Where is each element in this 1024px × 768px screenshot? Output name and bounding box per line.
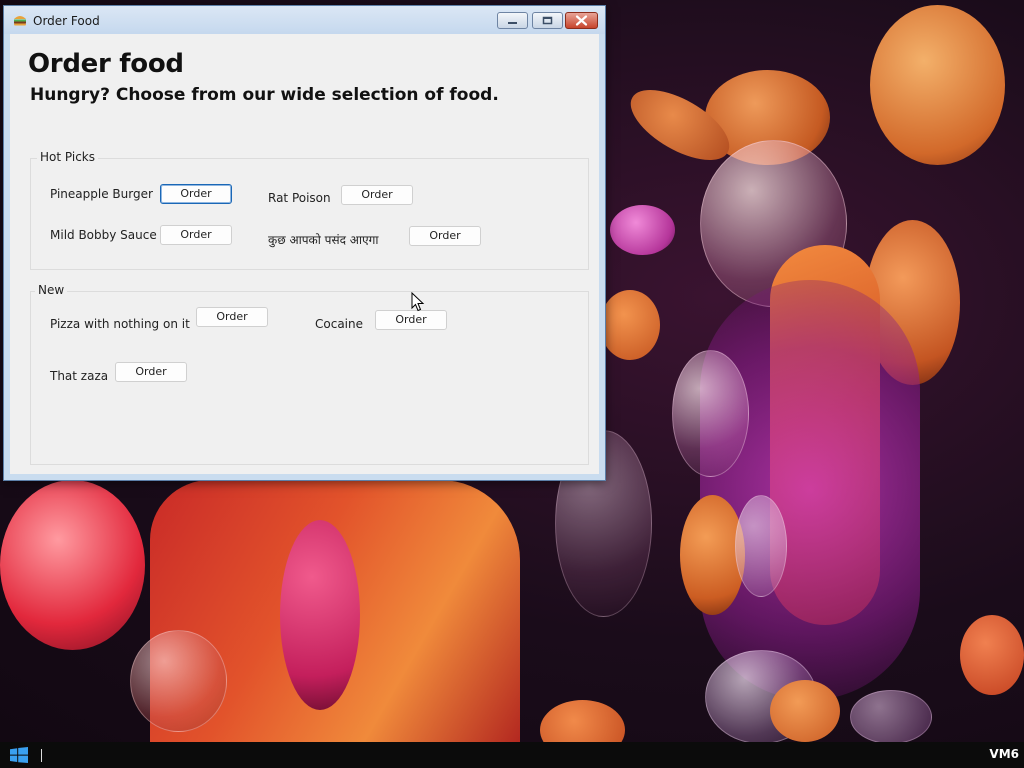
item-label-rat-poison: Rat Poison [268,191,331,205]
item-label-mild-bobby-sauce: Mild Bobby Sauce [50,228,157,242]
maximize-icon [542,16,553,25]
item-label-cocaine: Cocaine [315,317,363,331]
close-icon [575,15,588,26]
wallpaper-blob [735,495,787,597]
order-food-window: Order Food Order food Hungry? Choose fro… [3,5,606,481]
wallpaper-blob [960,615,1024,695]
item-label-that-zaza: That zaza [50,369,109,383]
mouse-pointer-icon [411,292,425,312]
order-button-cocaine[interactable]: Order [375,310,447,330]
order-button-pineapple-burger[interactable]: Order [160,184,232,204]
wallpaper-blob [672,350,749,477]
wallpaper-blob [600,290,660,360]
taskbar: VM6 [0,742,1024,768]
item-label-hindi-special: कुछ आपको पसंद आएगा [268,233,379,247]
order-button-pizza[interactable]: Order [196,307,268,327]
item-label-pizza: Pizza with nothing on it [50,317,190,331]
wallpaper-blob [850,690,932,742]
order-button-mild-bobby-sauce[interactable]: Order [160,225,232,245]
taskbar-separator [41,749,42,762]
wallpaper-blob [700,280,920,700]
new-legend: New [35,283,68,297]
wallpaper-blob [0,480,145,650]
maximize-button[interactable] [532,12,563,29]
windows-logo-icon[interactable] [10,747,28,763]
close-button[interactable] [565,12,598,29]
window-title: Order Food [33,14,100,28]
minimize-icon [508,22,517,24]
wallpaper-blob [130,630,227,732]
title-bar[interactable]: Order Food [4,6,605,34]
wallpaper-blob [870,5,1005,165]
hot-picks-group: Hot Picks [30,150,589,270]
order-button-rat-poison[interactable]: Order [341,185,413,205]
order-button-that-zaza[interactable]: Order [115,362,187,382]
wallpaper-blob [540,700,625,742]
burger-icon [14,16,26,26]
wallpaper-blob [610,205,675,255]
item-label-pineapple-burger: Pineapple Burger [50,187,153,201]
window-content: Order food Hungry? Choose from our wide … [10,34,599,474]
order-button-hindi-special[interactable]: Order [409,226,481,246]
page-subtitle: Hungry? Choose from our wide selection o… [30,85,499,105]
page-title: Order food [28,49,184,79]
vm-label: VM6 [989,747,1019,761]
wallpaper-blob [280,520,360,710]
minimize-button[interactable] [497,12,528,29]
hot-picks-legend: Hot Picks [37,150,98,164]
wallpaper-blob [770,680,840,742]
